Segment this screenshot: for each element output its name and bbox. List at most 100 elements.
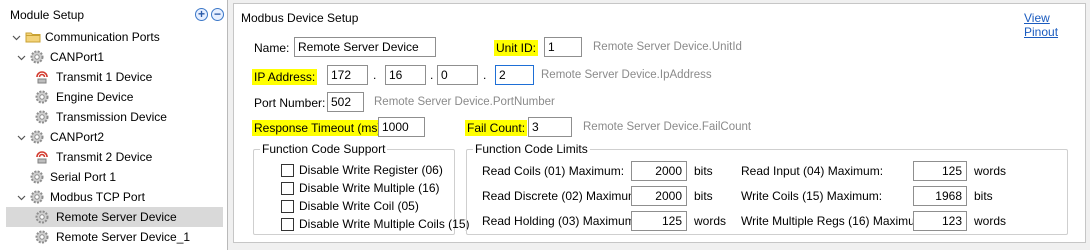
tree-label: Modbus TCP Port (50, 190, 145, 204)
read-input-max-field[interactable] (913, 161, 967, 181)
tree-item-transmission-device[interactable]: Transmission Device (0, 107, 227, 127)
tree-item-transmit1-device[interactable]: Transmit 1 Device (0, 67, 227, 87)
read-discrete-max-field[interactable] (631, 186, 687, 206)
checkbox-box[interactable] (281, 217, 294, 231)
module-setup-title: Module Setup (10, 8, 85, 22)
tree-label: Serial Port 1 (50, 170, 117, 184)
gear-icon (29, 169, 45, 185)
function-code-limits-title: Function Code Limits (473, 142, 590, 156)
function-code-limits-group: Function Code Limits Read Coils (01) Max… (466, 142, 1068, 235)
ip-separator: . (373, 68, 377, 82)
gear-icon (34, 89, 50, 105)
function-code-support-title: Function Code Support (260, 142, 388, 156)
checkbox-label: Disable Write Register (06) (299, 163, 443, 177)
ip-octet-4-field[interactable] (495, 65, 534, 85)
response-timeout-label: Response Timeout (ms): (252, 120, 387, 136)
ip-octet-3-field[interactable] (437, 65, 478, 85)
checkbox-box[interactable] (281, 199, 294, 213)
checkbox-label: Disable Write Multiple Coils (15) (299, 217, 470, 231)
read-coils-max-field[interactable] (631, 161, 687, 181)
gear-icon (34, 109, 50, 125)
ip-octet-1-field[interactable] (327, 65, 368, 85)
folder-icon (25, 29, 41, 45)
gear-icon (29, 189, 45, 205)
read-coils-unit: bits (694, 164, 713, 178)
tree-label: Transmit 2 Device (56, 150, 153, 164)
tree-item-remote-server-device[interactable]: Remote Server Device (6, 207, 223, 227)
unit-id-field[interactable] (544, 37, 582, 57)
function-code-support-group: Function Code Support Disable Write Regi… (253, 142, 470, 235)
ip-separator: . (483, 68, 487, 82)
fail-count-field[interactable] (528, 117, 572, 137)
checkbox-box[interactable] (281, 163, 294, 177)
write-coils-label: Write Coils (15) Maximum: (741, 189, 883, 203)
tree-label: CANPort2 (50, 130, 105, 144)
read-holding-unit: words (694, 214, 727, 228)
unit-id-hint: Remote Server Device.UnitId (593, 41, 742, 53)
tree-item-modbus-tcp-port[interactable]: Modbus TCP Port (0, 187, 227, 207)
chevron-down-icon[interactable] (12, 33, 21, 42)
modbus-device-setup-panel: Modbus Device Setup View Pinout Name: Un… (233, 3, 1086, 243)
gear-icon (34, 209, 50, 225)
read-discrete-label: Read Discrete (02) Maximum: (482, 189, 642, 203)
unit-id-label: Unit ID: (494, 40, 539, 56)
tree-label: Remote Server Device_1 (56, 230, 191, 244)
transmit-icon (34, 149, 50, 165)
disable-write-register-checkbox[interactable]: Disable Write Register (06) (281, 163, 443, 177)
disable-write-multiple-coils-checkbox[interactable]: Disable Write Multiple Coils (15) (281, 217, 470, 231)
write-coils-unit: bits (974, 189, 993, 203)
read-discrete-unit: bits (694, 189, 713, 203)
checkbox-box[interactable] (281, 181, 294, 195)
write-multiple-regs-max-field[interactable] (913, 211, 967, 231)
chevron-down-icon[interactable] (17, 193, 26, 202)
write-coils-max-field[interactable] (913, 186, 967, 206)
gear-icon (29, 49, 45, 65)
checkbox-label: Disable Write Coil (05) (299, 199, 419, 213)
transmit-icon (34, 69, 50, 85)
tree-label: Transmit 1 Device (56, 70, 153, 84)
read-input-unit: words (974, 164, 1007, 178)
tree-item-remote-server-device-1[interactable]: Remote Server Device_1 (0, 227, 227, 247)
tree-item-engine-device[interactable]: Engine Device (0, 87, 227, 107)
tree-label: Communication Ports (45, 30, 160, 44)
tree-label: CANPort1 (50, 50, 105, 64)
read-input-label: Read Input (04) Maximum: (741, 164, 884, 178)
chevron-down-icon[interactable] (17, 53, 26, 62)
tree-label: Transmission Device (56, 110, 167, 124)
tree-label: Engine Device (56, 90, 134, 104)
tree-item-canport2[interactable]: CANPort2 (0, 127, 227, 147)
fail-count-hint: Remote Server Device.FailCount (583, 121, 752, 133)
disable-write-multiple-checkbox[interactable]: Disable Write Multiple (16) (281, 181, 440, 195)
ip-octet-2-field[interactable] (385, 65, 426, 85)
checkbox-label: Disable Write Multiple (16) (299, 181, 440, 195)
read-holding-label: Read Holding (03) Maximum: (482, 214, 639, 228)
tree-label: Remote Server Device (56, 210, 177, 224)
remove-module-button[interactable]: − (211, 8, 224, 21)
tree-item-canport1[interactable]: CANPort1 (0, 47, 227, 67)
tree-item-transmit2-device[interactable]: Transmit 2 Device (0, 147, 227, 167)
gear-icon (29, 129, 45, 145)
add-module-button[interactable]: + (195, 8, 208, 21)
write-multiple-regs-label: Write Multiple Regs (16) Maximum: (741, 214, 929, 228)
name-label: Name: (254, 41, 290, 55)
read-holding-max-field[interactable] (631, 211, 687, 231)
response-timeout-field[interactable] (378, 117, 425, 137)
read-coils-label: Read Coils (01) Maximum: (482, 164, 625, 178)
section-title: Modbus Device Setup (241, 11, 359, 25)
gear-icon (34, 229, 50, 245)
module-setup-panel: Module Setup + − Communication Ports CAN… (0, 0, 228, 250)
disable-write-coil-checkbox[interactable]: Disable Write Coil (05) (281, 199, 419, 213)
ip-separator: . (430, 68, 434, 82)
ip-address-label: IP Address: (252, 69, 318, 85)
tree-item-serial-port1[interactable]: Serial Port 1 (0, 167, 227, 187)
write-multiple-regs-unit: words (974, 214, 1007, 228)
chevron-down-icon[interactable] (17, 133, 26, 142)
ip-address-hint: Remote Server Device.IpAddress (541, 69, 712, 81)
view-pinout-link[interactable]: View Pinout (1024, 11, 1085, 39)
fail-count-label: Fail Count: (465, 120, 528, 136)
port-number-label: Port Number: (254, 96, 326, 110)
port-number-hint: Remote Server Device.PortNumber (374, 96, 555, 108)
port-number-field[interactable] (327, 92, 364, 112)
tree-item-communication-ports[interactable]: Communication Ports (0, 27, 227, 47)
name-field[interactable] (294, 37, 436, 57)
